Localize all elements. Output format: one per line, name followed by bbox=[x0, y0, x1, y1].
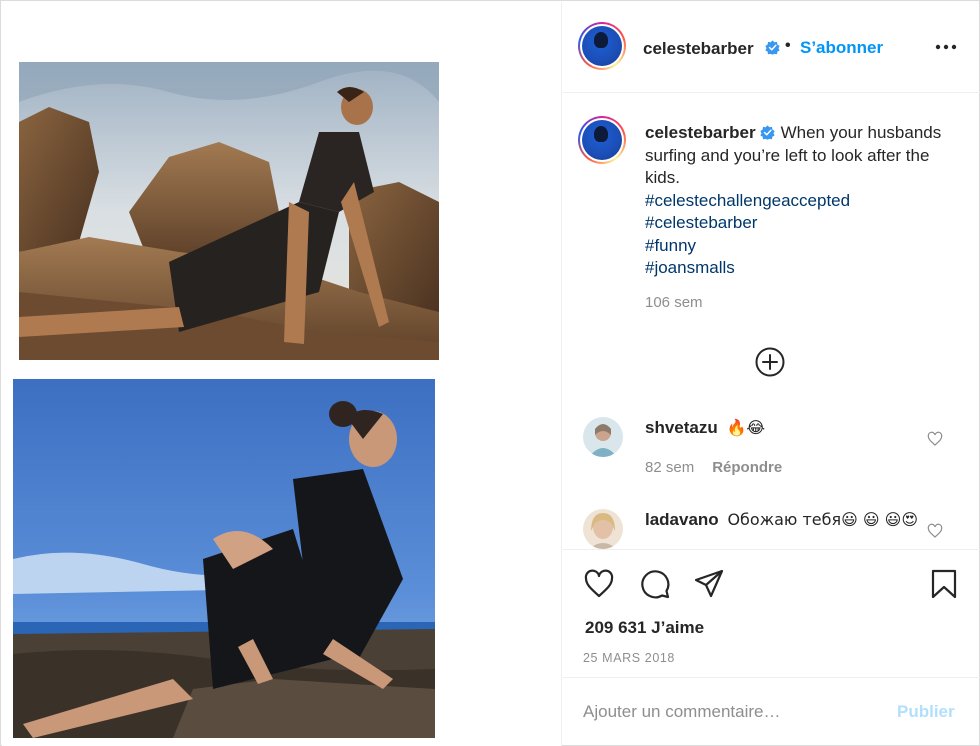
plus-circle-icon[interactable] bbox=[754, 346, 786, 378]
comment-text: ladavano Обожаю тебя😃 😃 😃😍 bbox=[645, 509, 930, 531]
verified-badge-icon bbox=[759, 125, 775, 140]
more-options-icon[interactable] bbox=[931, 32, 961, 62]
follow-button[interactable]: S’abonner bbox=[800, 38, 883, 58]
post-caption: celestebarber When your husbands surfing… bbox=[563, 94, 980, 394]
header-separator: • bbox=[785, 37, 791, 54]
post-side-panel: celestebarber • S’abonner celestebarber bbox=[563, 2, 980, 746]
comment-body: Обожаю тебя😃 😃 😃😍 bbox=[727, 510, 919, 529]
comments-list[interactable]: shvetazu 🔥😂 82 sem Répondre ladavano Обо… bbox=[563, 394, 980, 549]
commenter-username[interactable]: shvetazu bbox=[645, 418, 718, 437]
reply-button[interactable]: Répondre bbox=[712, 459, 782, 476]
likes-count[interactable]: 209 631 J’aime bbox=[585, 618, 704, 638]
author-avatar[interactable] bbox=[578, 22, 626, 70]
commenter-avatar[interactable] bbox=[583, 509, 623, 549]
author-username[interactable]: celestebarber bbox=[643, 39, 754, 59]
instagram-post-frame: celestebarber • S’abonner celestebarber bbox=[0, 0, 980, 746]
comment-text: shvetazu 🔥😂 bbox=[645, 417, 930, 439]
post-header: celestebarber • S’abonner bbox=[563, 2, 980, 93]
comment-meta: 82 sem Répondre bbox=[645, 459, 782, 476]
hashtag-link[interactable]: #joansmalls bbox=[645, 257, 955, 280]
comment-item: shvetazu 🔥😂 82 sem Répondre bbox=[563, 417, 980, 487]
comment-body: 🔥😂 bbox=[726, 418, 766, 437]
comment-input[interactable] bbox=[583, 700, 883, 724]
comment-like-heart-icon[interactable] bbox=[927, 431, 943, 447]
hashtag-link[interactable]: #funny bbox=[645, 235, 955, 258]
comment-timestamp[interactable]: 82 sem bbox=[645, 459, 694, 476]
comment-icon[interactable] bbox=[639, 568, 671, 600]
post-media[interactable] bbox=[2, 2, 562, 746]
caption-timestamp[interactable]: 106 sem bbox=[645, 294, 703, 311]
post-image-top bbox=[19, 62, 439, 360]
share-icon[interactable] bbox=[693, 568, 725, 600]
bookmark-icon[interactable] bbox=[928, 568, 960, 600]
post-actions: 209 631 J’aime 25 MARS 2018 bbox=[563, 549, 980, 677]
verified-badge-icon bbox=[765, 40, 780, 55]
commenter-username[interactable]: ladavano bbox=[645, 510, 719, 529]
hashtag-link[interactable]: #celestechallengeaccepted bbox=[645, 190, 955, 213]
publish-button[interactable]: Publier bbox=[897, 702, 955, 722]
commenter-avatar[interactable] bbox=[583, 417, 623, 457]
post-image-bottom bbox=[13, 379, 435, 738]
heart-icon[interactable] bbox=[583, 568, 615, 600]
add-comment-form: Publier bbox=[563, 677, 980, 746]
post-date[interactable]: 25 MARS 2018 bbox=[583, 651, 675, 665]
comment-like-heart-icon[interactable] bbox=[927, 523, 943, 539]
caption-author-avatar[interactable] bbox=[578, 116, 626, 164]
hashtag-link[interactable]: #celestebarber bbox=[645, 212, 955, 235]
caption-text: celestebarber When your husbands surfing… bbox=[645, 122, 955, 280]
comment-item: ladavano Обожаю тебя😃 😃 😃😍 bbox=[563, 509, 980, 549]
caption-username[interactable]: celestebarber bbox=[645, 123, 756, 142]
